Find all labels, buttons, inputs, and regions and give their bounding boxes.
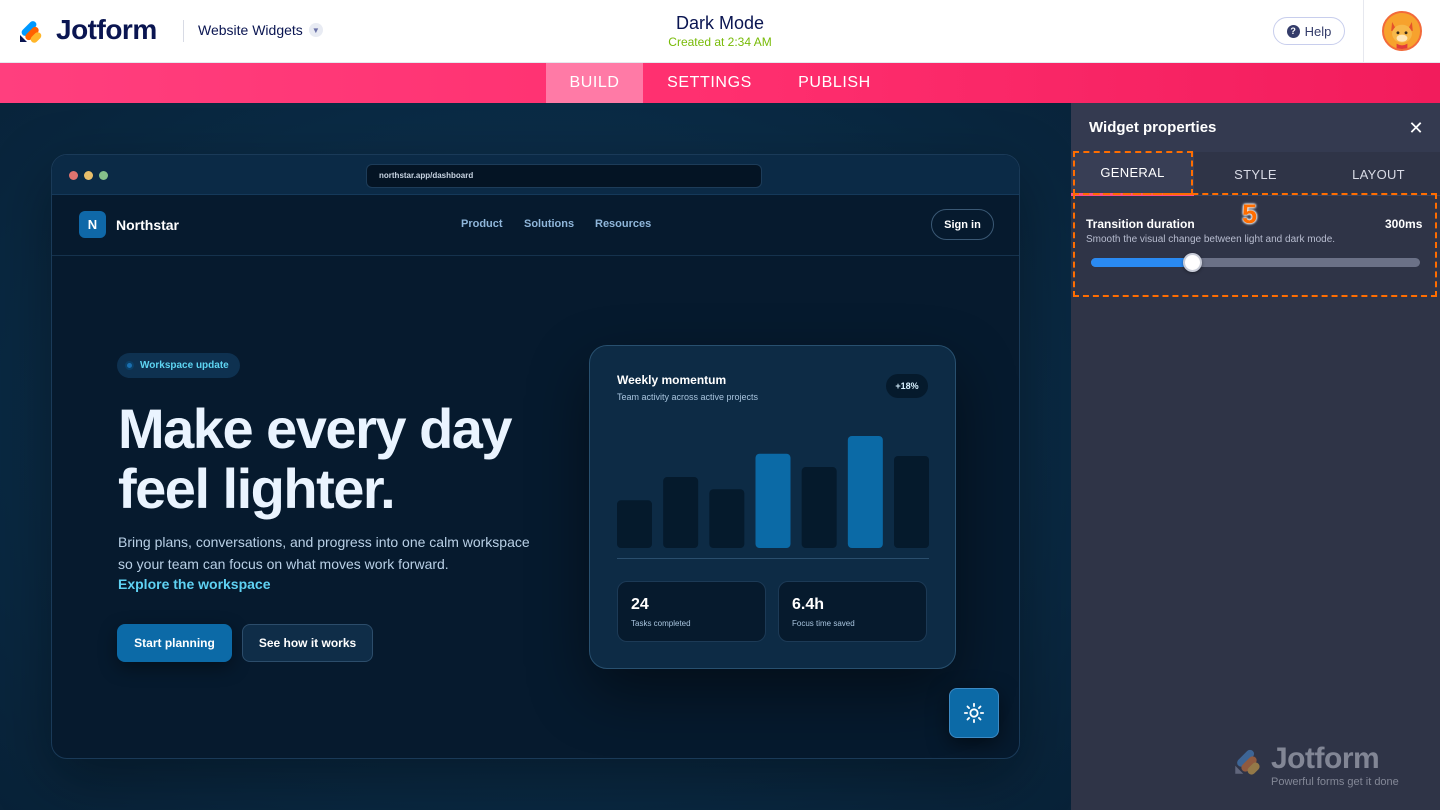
site-logo[interactable]: N xyxy=(79,211,106,238)
jotform-logo-icon xyxy=(20,21,42,43)
form-created-time: Created at 2:34 AM xyxy=(668,35,772,49)
explore-workspace-link[interactable]: Explore the workspace xyxy=(118,576,271,592)
see-how-it-works-button[interactable]: See how it works xyxy=(242,624,373,662)
close-icon[interactable]: ✕ xyxy=(1406,118,1426,138)
app-header: Jotform Website Widgets ▼ Dark Mode Crea… xyxy=(0,0,1440,63)
weekly-momentum-card: Weekly momentum Team activity across act… xyxy=(589,345,956,669)
tab-settings-label: SETTINGS xyxy=(667,74,752,91)
chart-bar-3 xyxy=(709,489,745,548)
step-marker: 5 xyxy=(1242,199,1258,229)
theme-toggle-button[interactable] xyxy=(949,688,999,738)
hero-title-line1: Make every day xyxy=(118,397,513,460)
sign-in-button[interactable]: Sign in xyxy=(931,209,994,240)
chart-baseline xyxy=(617,558,929,559)
tab-general-label: GENERAL xyxy=(1100,165,1165,180)
panel-header: Widget properties ✕ xyxy=(1071,103,1440,152)
window-minimize-dot xyxy=(84,171,93,180)
tab-style-label: STYLE xyxy=(1234,166,1277,182)
url-bar[interactable]: northstar.app/dashboard xyxy=(366,164,762,188)
window-maximize-dot xyxy=(99,171,108,180)
product-switcher-label: Website Widgets xyxy=(198,22,303,38)
product-switcher[interactable]: Website Widgets ▼ xyxy=(198,22,323,38)
site-nav: N Northstar Product Solutions Resources … xyxy=(52,195,1019,256)
tab-layout[interactable]: LAYOUT xyxy=(1317,152,1440,196)
chart-bar-1 xyxy=(617,500,652,548)
stat-focus: 6.4h Focus time saved xyxy=(778,581,927,642)
widget-preview-browser: northstar.app/dashboard N Northstar Prod… xyxy=(51,154,1020,759)
site-brand-name[interactable]: Northstar xyxy=(116,217,179,233)
tab-general[interactable]: GENERAL xyxy=(1071,152,1194,196)
hero-title-line2: feel lighter. xyxy=(118,457,396,520)
builder-nav: BUILD SETTINGS PUBLISH xyxy=(0,63,1440,103)
slider-fill xyxy=(1091,258,1193,267)
pill-dot-icon xyxy=(125,361,134,370)
tab-build[interactable]: BUILD xyxy=(546,63,643,103)
transition-duration-value: 300ms xyxy=(1385,217,1423,231)
transition-duration-help: Smooth the visual change between light a… xyxy=(1086,234,1336,245)
tab-build-label: BUILD xyxy=(569,74,620,91)
window-close-dot xyxy=(69,171,78,180)
chart-bar-4 xyxy=(755,453,791,548)
workspace-update-pill: Workspace update xyxy=(117,353,240,378)
tab-layout-label: LAYOUT xyxy=(1352,166,1405,182)
nav-link-resources[interactable]: Resources xyxy=(595,218,651,230)
chart-bar-2 xyxy=(663,477,699,548)
panel-title: Widget properties xyxy=(1089,119,1217,136)
chart-bar-5 xyxy=(801,467,837,548)
jotform-logo[interactable]: Jotform xyxy=(18,14,157,46)
widget-properties-panel: Widget properties ✕ GENERAL STYLE LAYOUT… xyxy=(1071,103,1440,810)
form-title[interactable]: Dark Mode xyxy=(520,13,920,34)
chart-bar-7 xyxy=(894,455,929,548)
nav-link-product[interactable]: Product xyxy=(461,218,503,230)
chevron-down-icon: ▼ xyxy=(308,23,323,37)
nav-link-solutions[interactable]: Solutions xyxy=(524,218,574,230)
avatar-fox-icon xyxy=(1384,13,1420,49)
watermark-tagline: Powerful forms get it done xyxy=(1271,776,1399,788)
jotform-watermark-logo-icon xyxy=(1235,749,1260,775)
help-label: Help xyxy=(1304,23,1332,39)
hero-title: Make every day feel lighter. xyxy=(118,399,548,519)
watermark-brand: Jotform xyxy=(1271,742,1380,775)
transition-duration-label: Transition duration xyxy=(1086,217,1195,231)
stat-focus-label: Focus time saved xyxy=(792,619,855,628)
stat-tasks: 24 Tasks completed xyxy=(617,581,766,642)
tab-publish[interactable]: PUBLISH xyxy=(780,63,889,103)
start-planning-button[interactable]: Start planning xyxy=(117,624,232,662)
hero-subtitle: Bring plans, conversations, and progress… xyxy=(118,534,530,572)
card-title: Weekly momentum xyxy=(617,373,727,387)
pill-label: Workspace update xyxy=(140,360,229,371)
tab-publish-label: PUBLISH xyxy=(798,74,871,91)
transition-duration-slider[interactable] xyxy=(1091,253,1420,272)
momentum-bar-chart xyxy=(617,435,929,548)
browser-bar: northstar.app/dashboard xyxy=(52,155,1019,195)
growth-badge: +18% xyxy=(886,374,928,398)
stat-focus-value: 6.4h xyxy=(792,596,825,613)
question-icon: ? xyxy=(1286,24,1300,38)
stat-tasks-label: Tasks completed xyxy=(631,619,691,628)
stat-tasks-value: 24 xyxy=(631,596,649,613)
header-divider-right xyxy=(1363,0,1364,63)
panel-tabs: GENERAL STYLE LAYOUT xyxy=(1071,152,1440,196)
help-button[interactable]: ? Help xyxy=(1273,17,1345,45)
tab-style[interactable]: STYLE xyxy=(1194,152,1317,196)
sun-icon xyxy=(963,702,985,724)
slider-thumb[interactable] xyxy=(1182,253,1202,272)
brand-name: Jotform xyxy=(56,14,157,45)
avatar[interactable] xyxy=(1382,11,1422,51)
header-divider xyxy=(183,20,184,42)
jotform-watermark: Jotform Powerful forms get it done xyxy=(1233,742,1423,792)
card-subtitle: Team activity across active projects xyxy=(617,392,759,402)
builder-canvas: northstar.app/dashboard N Northstar Prod… xyxy=(0,103,1071,810)
tab-settings[interactable]: SETTINGS xyxy=(653,63,766,103)
chart-bar-6 xyxy=(847,435,883,548)
